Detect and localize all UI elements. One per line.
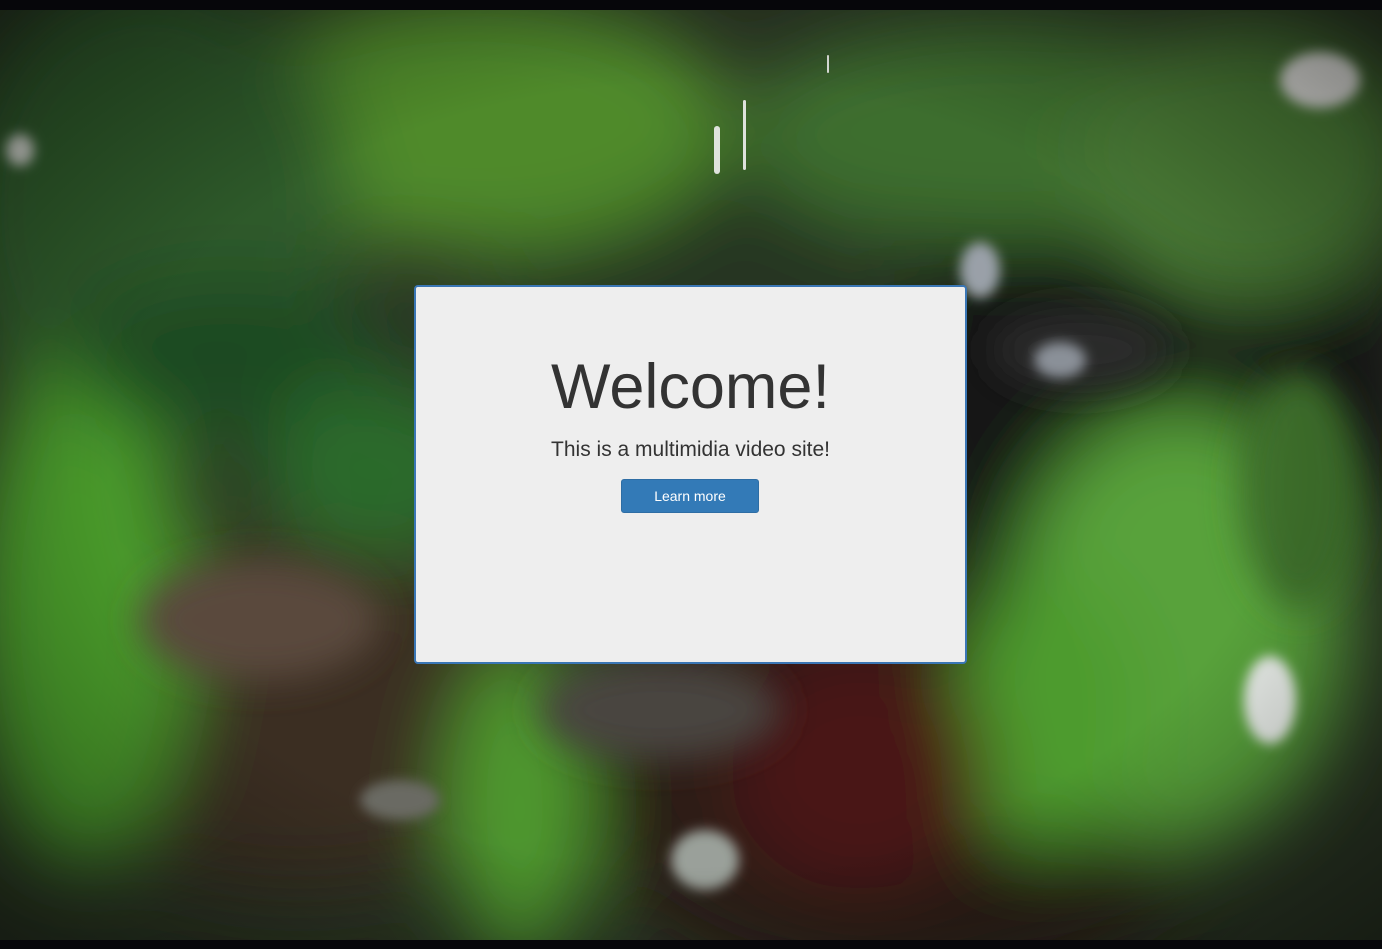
learn-more-button[interactable]: Learn more <box>621 479 759 513</box>
welcome-panel: Welcome! This is a multimidia video site… <box>414 285 967 664</box>
welcome-heading: Welcome! <box>551 352 830 422</box>
page-stage: Welcome! This is a multimidia video site… <box>0 0 1382 949</box>
welcome-subtitle: This is a multimidia video site! <box>551 438 830 461</box>
